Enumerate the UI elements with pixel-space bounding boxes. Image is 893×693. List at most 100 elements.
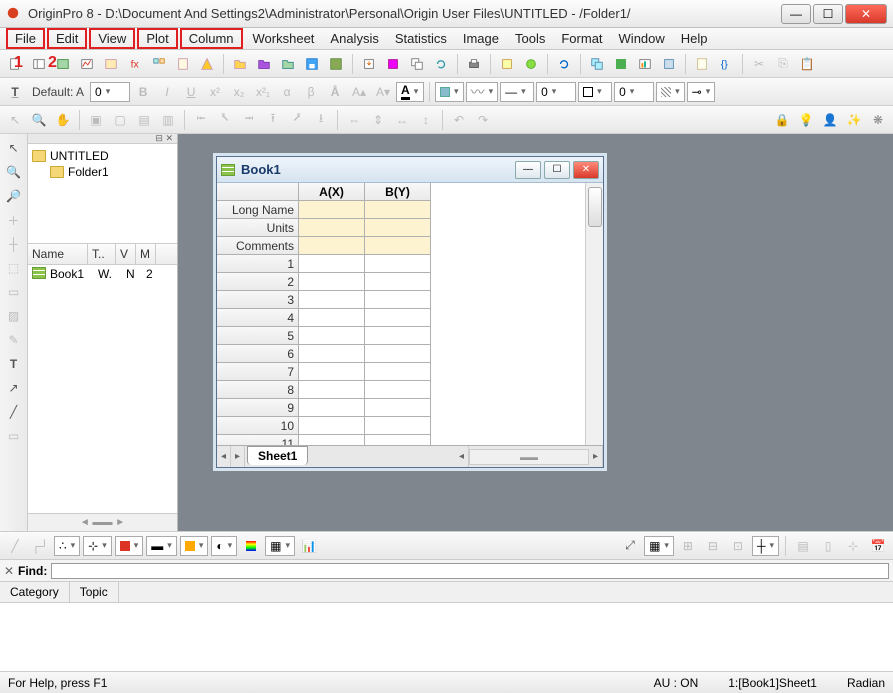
hv-plot-icon[interactable]: ┌┘ [29, 535, 51, 557]
ungroup-icon[interactable]: ▢ [109, 109, 131, 131]
data-row[interactable]: 7 [217, 363, 585, 381]
horizontal-scrollbar[interactable]: ▬▬ [469, 449, 589, 465]
fill-value-dropdown[interactable]: 0▾ [536, 82, 576, 102]
zoom-icon[interactable]: 🔍 [28, 109, 50, 131]
cell[interactable] [299, 327, 365, 345]
code-builder-icon[interactable]: {} [715, 53, 737, 75]
menu-worksheet[interactable]: Worksheet [245, 29, 323, 48]
superscript-icon[interactable]: x² [204, 81, 226, 103]
batch-icon[interactable] [496, 53, 518, 75]
line-scatter-dropdown[interactable]: ⊹▾ [83, 536, 112, 556]
selection-tool-icon[interactable]: ↖ [4, 138, 24, 158]
distribute-v-icon[interactable]: ⇕ [367, 109, 389, 131]
data-row[interactable]: 3 [217, 291, 585, 309]
align-bottom-icon[interactable]: ⭳ [310, 109, 332, 131]
font-color-dropdown[interactable]: A▾ [396, 82, 424, 102]
cell[interactable] [299, 381, 365, 399]
text-tool-icon[interactable]: T̲ [4, 81, 26, 103]
book-maximize-button[interactable]: ☐ [544, 161, 570, 179]
merge-icon[interactable]: ⊡ [727, 535, 749, 557]
cell[interactable] [299, 345, 365, 363]
rotate-right-icon[interactable]: ↷ [472, 109, 494, 131]
increase-font-icon[interactable]: A▴ [348, 81, 370, 103]
paste-icon[interactable]: 📋 [796, 53, 818, 75]
cell[interactable] [299, 309, 365, 327]
light-icon[interactable]: 💡 [795, 109, 817, 131]
column-header-a[interactable]: A(X) [299, 183, 365, 201]
col-view[interactable]: V [116, 244, 136, 264]
italic-button[interactable]: I [156, 81, 178, 103]
tab-nav-first[interactable]: ◂ [217, 446, 231, 467]
align-mid-icon[interactable]: ⭷ [286, 109, 308, 131]
data-row[interactable]: 9 [217, 399, 585, 417]
xy-scale-icon[interactable]: ⊹ [842, 535, 864, 557]
line-style-dropdown[interactable]: —▾ [500, 82, 534, 102]
subscript-icon[interactable]: x₂ [228, 81, 250, 103]
greek-alpha-icon[interactable]: α [276, 81, 298, 103]
data-row[interactable]: 11 [217, 435, 585, 445]
cell[interactable] [365, 399, 431, 417]
screen-reader-icon[interactable]: ┼ [4, 234, 24, 254]
distribute-h-icon[interactable]: ⇔ [343, 109, 365, 131]
menu-format[interactable]: Format [553, 29, 610, 48]
menu-analysis[interactable]: Analysis [322, 29, 386, 48]
col-name[interactable]: Name [28, 244, 88, 264]
cell[interactable] [365, 201, 431, 219]
zoom-in-tool-icon[interactable]: 🔍 [4, 162, 24, 182]
area-plot-dropdown[interactable]: ▾ [180, 536, 209, 556]
column-header-b[interactable]: B(Y) [365, 183, 431, 201]
refresh-icon[interactable] [553, 53, 575, 75]
list-item[interactable]: Book1 W. N 2 [28, 265, 177, 283]
duplicate-icon[interactable] [586, 53, 608, 75]
greek-beta-icon[interactable]: β [300, 81, 322, 103]
label-row[interactable]: Long Name [217, 201, 585, 219]
cell[interactable] [365, 381, 431, 399]
text-tool2-icon[interactable]: T [4, 354, 24, 374]
font-size-dropdown[interactable]: 0▾ [90, 82, 130, 102]
surface-plot-dropdown[interactable]: ▦▾ [265, 536, 295, 556]
align-right-icon[interactable]: ⭲ [238, 109, 260, 131]
back-icon[interactable]: ▥ [157, 109, 179, 131]
data-row[interactable]: 5 [217, 327, 585, 345]
label-row[interactable]: Units [217, 219, 585, 237]
reimport-icon[interactable] [430, 53, 452, 75]
template-icon[interactable] [196, 53, 218, 75]
rect-tool-icon[interactable]: ▭ [4, 426, 24, 446]
worksheet-grid[interactable]: A(X) B(Y) Long NameUnitsComments12345678… [217, 183, 585, 445]
line-color-dropdown[interactable]: 〰▾ [466, 82, 499, 102]
minimize-button[interactable]: — [781, 4, 811, 24]
rescale-icon[interactable]: ⤢ [619, 535, 641, 557]
label-row[interactable]: Comments [217, 237, 585, 255]
explorer-handle[interactable]: ⊟ ✕ [28, 134, 177, 144]
lock-icon[interactable]: 🔒 [771, 109, 793, 131]
extract-layer-icon[interactable]: ⊟ [702, 535, 724, 557]
group-icon[interactable]: ▣ [85, 109, 107, 131]
new-function-icon[interactable]: fx [124, 53, 146, 75]
align-center-icon[interactable]: ⭶ [214, 109, 236, 131]
book-close-button[interactable]: ✕ [573, 161, 599, 179]
front-icon[interactable]: ▤ [133, 109, 155, 131]
new-excel-icon[interactable] [52, 53, 74, 75]
new-project-icon[interactable] [4, 53, 26, 75]
column-plot-dropdown[interactable]: ▾ [115, 536, 144, 556]
sheet-tab[interactable]: Sheet1 [247, 446, 308, 465]
person-icon[interactable]: 👤 [819, 109, 841, 131]
pattern-dropdown[interactable]: ▾ [656, 82, 685, 102]
cell[interactable] [299, 273, 365, 291]
border-dropdown[interactable]: ▾ [578, 82, 612, 102]
menu-edit[interactable]: Edit [47, 28, 87, 49]
date-icon[interactable]: 📅 [867, 535, 889, 557]
print-icon[interactable] [463, 53, 485, 75]
data-row[interactable]: 1 [217, 255, 585, 273]
cell[interactable] [365, 345, 431, 363]
cell[interactable] [299, 291, 365, 309]
supersub-icon[interactable]: x²₁ [252, 81, 274, 103]
pointer-icon[interactable]: ↖ [4, 109, 26, 131]
new-workbook-icon[interactable] [28, 53, 50, 75]
col-mod[interactable]: M [136, 244, 156, 264]
line-tool-icon[interactable]: ╱ [4, 402, 24, 422]
import-multi-icon[interactable] [406, 53, 428, 75]
cell[interactable] [365, 291, 431, 309]
cell[interactable] [365, 237, 431, 255]
cell[interactable] [365, 363, 431, 381]
